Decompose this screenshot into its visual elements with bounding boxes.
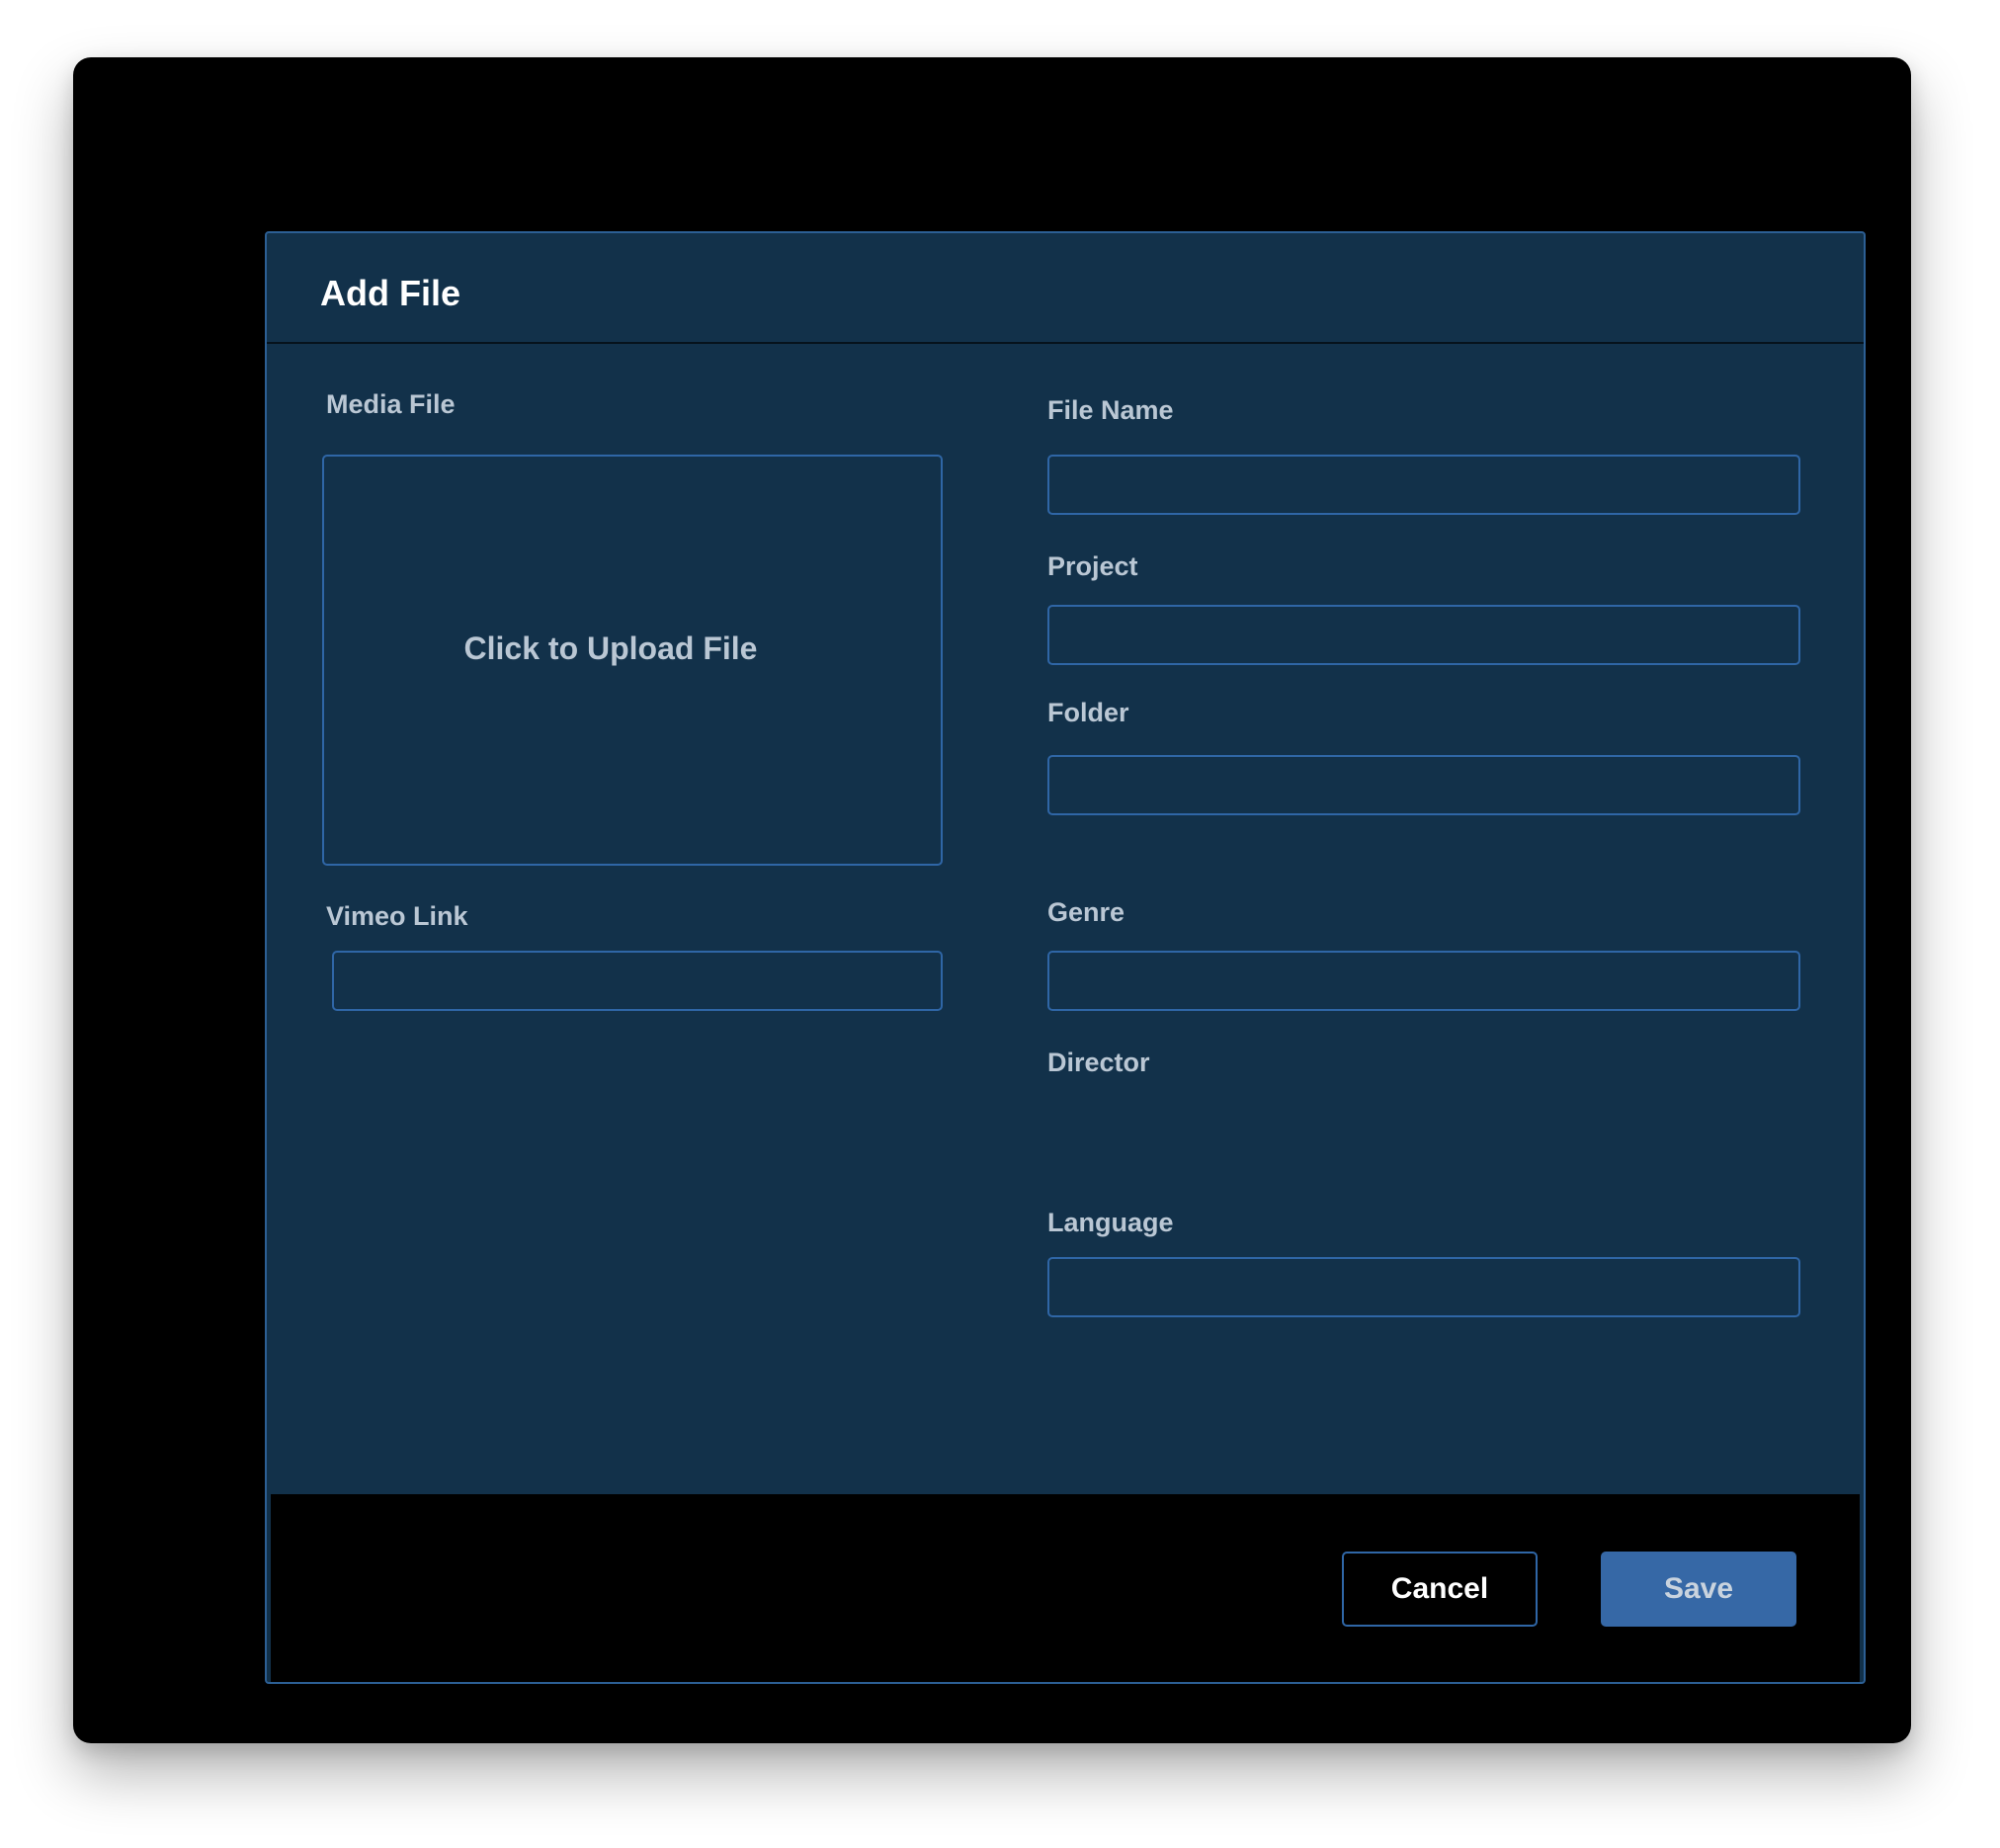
- genre-input[interactable]: [1047, 951, 1800, 1011]
- media-file-label: Media File: [326, 389, 456, 419]
- dialog-header: Add File: [267, 233, 1864, 344]
- dialog-title: Add File: [320, 273, 460, 313]
- project-label: Project: [1047, 551, 1138, 581]
- cancel-button[interactable]: Cancel: [1342, 1552, 1538, 1627]
- file-name-label: File Name: [1047, 395, 1174, 425]
- language-input[interactable]: [1047, 1257, 1800, 1317]
- genre-label: Genre: [1047, 897, 1125, 927]
- dialog-footer: Cancel Save: [271, 1494, 1860, 1682]
- file-name-input[interactable]: [1047, 455, 1800, 515]
- app-window: Add File Media File Click to Upload File…: [73, 57, 1911, 1743]
- vimeo-link-label: Vimeo Link: [326, 901, 468, 931]
- language-label: Language: [1047, 1208, 1174, 1237]
- folder-input[interactable]: [1047, 755, 1800, 815]
- vimeo-link-input[interactable]: [332, 951, 943, 1011]
- project-input[interactable]: [1047, 605, 1800, 665]
- director-label: Director: [1047, 1048, 1150, 1077]
- folder-label: Folder: [1047, 698, 1129, 727]
- upload-dropzone[interactable]: Click to Upload File: [322, 455, 943, 866]
- upload-prompt: Click to Upload File: [463, 630, 758, 666]
- save-button[interactable]: Save: [1601, 1552, 1796, 1627]
- add-file-dialog: Add File Media File Click to Upload File…: [265, 231, 1866, 1684]
